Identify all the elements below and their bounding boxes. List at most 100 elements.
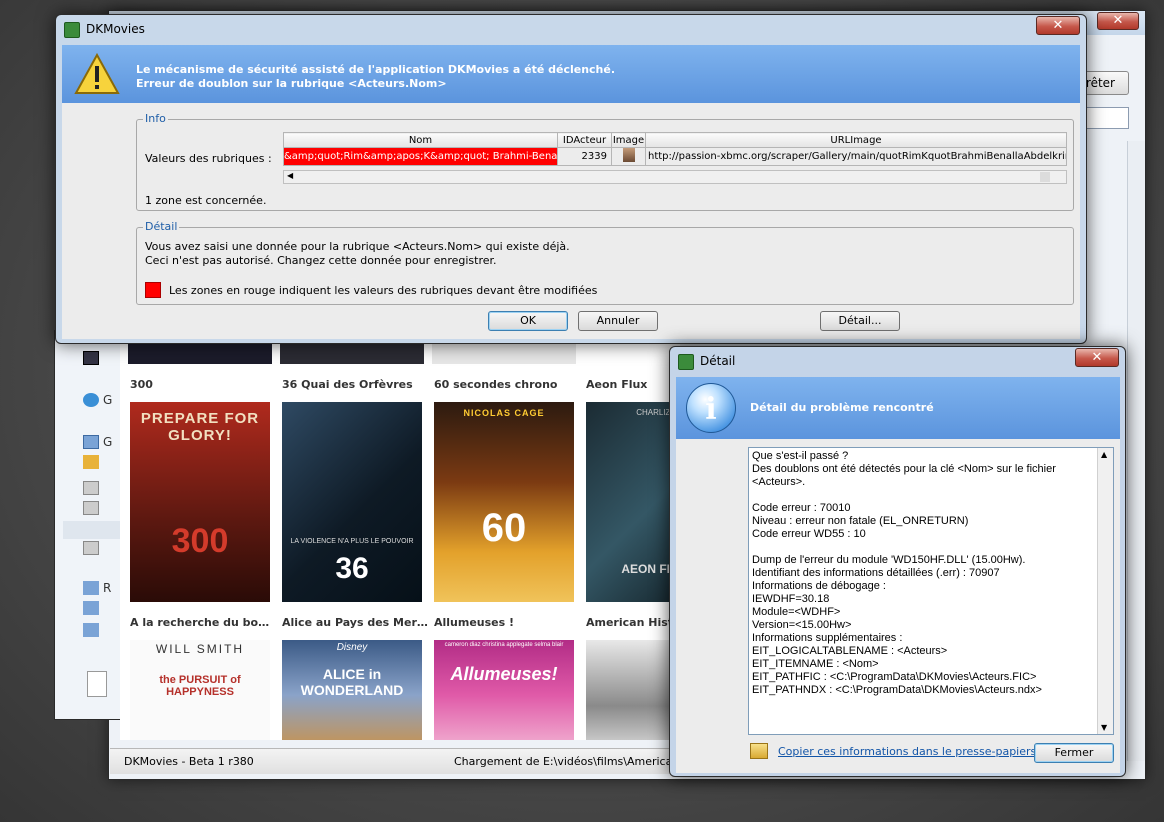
ok-button[interactable]: OK — [488, 311, 568, 331]
poster-title: 300 — [171, 522, 229, 560]
main-scrollbar[interactable] — [1127, 141, 1145, 761]
warning-icon — [74, 53, 120, 94]
movie-poster[interactable]: PREPARE FOR GLORY! 300 — [130, 402, 270, 602]
detail-dialog-title: Détail — [700, 354, 736, 368]
drive-icon-selected[interactable] — [63, 521, 123, 539]
image-cell[interactable] — [611, 147, 646, 166]
status-loading: Chargement de E:\vidéos\films\American p… — [454, 755, 693, 768]
main-search-field[interactable] — [1083, 107, 1129, 129]
poster-title: 60 — [481, 506, 527, 550]
scroll-left-icon[interactable]: ◀ — [287, 171, 293, 180]
detail-banner: i Détail du problème rencontré — [676, 377, 1120, 439]
dkmovies-app-icon — [678, 354, 694, 370]
document-icon — [87, 671, 107, 697]
column-header[interactable]: Image — [611, 132, 646, 148]
status-bar: DKMovies - Beta 1 r380 Chargement de E:\… — [110, 748, 693, 774]
sidebar-item-label: G — [103, 393, 113, 407]
detail-dialog-titlebar[interactable]: Détail ✕ — [670, 347, 1125, 377]
detail-legend: Détail — [143, 220, 180, 233]
computer-icon[interactable] — [83, 623, 99, 637]
movie-poster[interactable]: Disney ALICE in WONDERLAND — [282, 640, 422, 740]
detail-text-line: EIT_PATHFIC : <C:\ProgramData\DKMovies\A… — [752, 671, 1037, 683]
copy-to-clipboard-link[interactable]: Copier ces informations dans le presse-p… — [778, 745, 1036, 758]
detail-vertical-scrollbar[interactable]: ▲ ▼ — [1097, 448, 1113, 734]
table-row[interactable]: &amp;quot;Rim&amp;apos;K&amp;quot; Brahm… — [283, 147, 1067, 166]
column-header[interactable]: IDActeur — [557, 132, 612, 148]
movie-poster[interactable] — [586, 640, 680, 740]
error-dialog-close-button[interactable]: ✕ — [1036, 16, 1080, 35]
detail-text-line: Que s'est-il passé ? — [752, 450, 849, 462]
movie-poster[interactable]: cameron diaz christina applegate selma b… — [434, 640, 574, 740]
windows-icon[interactable] — [83, 455, 99, 469]
error-dialog-titlebar[interactable]: DKMovies ✕ — [56, 15, 1086, 45]
drive-icon[interactable] — [83, 481, 99, 495]
movie-poster[interactable]: CHARLIZE AEON FLUX — [586, 402, 680, 602]
drive-icon[interactable] — [83, 501, 99, 515]
main-close-button[interactable]: ✕ — [1097, 12, 1139, 30]
column-header[interactable]: Nom — [283, 132, 558, 148]
computer-icon[interactable] — [83, 435, 99, 449]
detail-text-area[interactable]: ▲ ▼ Que s'est-il passé ? Des doublons ont… — [748, 447, 1114, 735]
banner-error-title: Erreur de doublon sur la rubrique <Acteu… — [136, 77, 447, 90]
movie-poster[interactable]: NICOLAS CAGE 60 — [434, 402, 574, 602]
detail-dialog: Détail ✕ i Détail du problème rencontré … — [669, 346, 1126, 777]
status-version: DKMovies - Beta 1 r380 — [124, 755, 254, 768]
detail-text-line: Code erreur WD55 : 10 — [752, 528, 866, 540]
clipboard-icon[interactable] — [750, 743, 768, 759]
movie-title: 300 — [130, 378, 153, 391]
movie-title: 60 secondes chrono — [434, 378, 558, 391]
cancel-button[interactable]: Annuler — [578, 311, 658, 331]
poster-title: the PURSUIT of HAPPYNESS — [159, 674, 241, 698]
error-banner: Le mécanisme de sécurité assisté de l'ap… — [62, 45, 1080, 103]
info-legend: Info — [143, 112, 168, 125]
detail-text-line: EIT_ITEMNAME : <Nom> — [752, 658, 879, 670]
movie-title: Allumeuses ! — [434, 616, 515, 629]
id-cell[interactable]: 2339 — [557, 147, 612, 166]
scroll-up-icon[interactable]: ▲ — [1101, 450, 1107, 459]
detail-text-line: Dump de l'erreur du module 'WD150HF.DLL'… — [752, 554, 1026, 566]
detail-text-line: <Acteurs>. — [752, 476, 806, 488]
detail-dialog-close-button[interactable]: ✕ — [1075, 348, 1119, 367]
poster-title: ALICE in WONDERLAND — [300, 666, 404, 698]
network-icon[interactable] — [83, 581, 99, 595]
table-horizontal-scrollbar[interactable]: ◀ — [283, 170, 1067, 184]
movie-title: American Histo — [586, 616, 680, 629]
movie-poster[interactable]: LA VIOLENCE N'A PLUS LE POUVOIR 36 — [282, 402, 422, 602]
detail-button[interactable]: Détail... — [820, 311, 900, 331]
close-button[interactable]: Fermer — [1034, 743, 1114, 763]
error-dialog: DKMovies ✕ Le mécanisme de sécurité assi… — [55, 14, 1087, 344]
film-strip-icon — [83, 351, 99, 365]
globe-icon[interactable] — [83, 393, 99, 407]
detail-text-line: Informations de débogage : — [752, 580, 886, 592]
red-zone-note: Les zones en rouge indiquent les valeurs… — [169, 284, 598, 297]
network-drive-icon[interactable] — [83, 541, 99, 555]
detail-text-line: Code erreur : 70010 — [752, 502, 851, 514]
sidebar-window: G G R — [54, 330, 124, 720]
detail-text-line: Identifiant des informations détaillées … — [752, 567, 1000, 579]
poster-title: 36 — [335, 552, 369, 585]
poster-tagline: LA VIOLENCE N'A PLUS LE POUVOIR — [290, 538, 414, 545]
scroll-thumb[interactable] — [1040, 172, 1050, 182]
movie-poster[interactable]: WILL SMITH the PURSUIT of HAPPYNESS — [130, 640, 270, 740]
movie-title: 36 Quai des Orfèvres — [282, 378, 413, 391]
detail-text-line: EIT_LOGICALTABLENAME : <Acteurs> — [752, 645, 948, 657]
nom-cell[interactable]: &amp;quot;Rim&amp;apos;K&amp;quot; Brahm… — [283, 147, 558, 166]
detail-text-line: Informations supplémentaires : — [752, 632, 903, 644]
detail-text-line: Niveau : erreur non fatale (EL_ONRETURN) — [752, 515, 969, 527]
scroll-down-icon[interactable]: ▼ — [1101, 723, 1107, 732]
url-cell[interactable]: http://passion-xbmc.org/scraper/Gallery/… — [645, 147, 1067, 166]
detail-message-2: Ceci n'est pas autorisé. Changez cette d… — [145, 254, 497, 267]
poster-tagline: NICOLAS CAGE — [463, 408, 545, 418]
movie-grid: 300 PREPARE FOR GLORY! 300 36 Quai des O… — [120, 330, 680, 740]
computer-icon[interactable] — [83, 601, 99, 615]
poster-tagline: cameron diaz christina applegate selma b… — [444, 642, 564, 648]
movie-title: Alice au Pays des Merv... — [282, 616, 428, 629]
column-header[interactable]: URLImage — [645, 132, 1067, 148]
detail-banner-title: Détail du problème rencontré — [750, 401, 934, 414]
poster-tagline: WILL SMITH — [155, 642, 245, 656]
values-table: Nom IDActeur Image URLImage &amp;quot;Ri… — [283, 132, 1067, 166]
detail-message-1: Vous avez saisi une donnée pour la rubri… — [145, 240, 570, 253]
info-group: Info Valeurs des rubriques : Nom IDActeu… — [136, 112, 1074, 211]
detail-text-line: EIT_PATHNDX : <C:\ProgramData\DKMovies\A… — [752, 684, 1042, 696]
sidebar-item-label: G — [103, 435, 113, 449]
